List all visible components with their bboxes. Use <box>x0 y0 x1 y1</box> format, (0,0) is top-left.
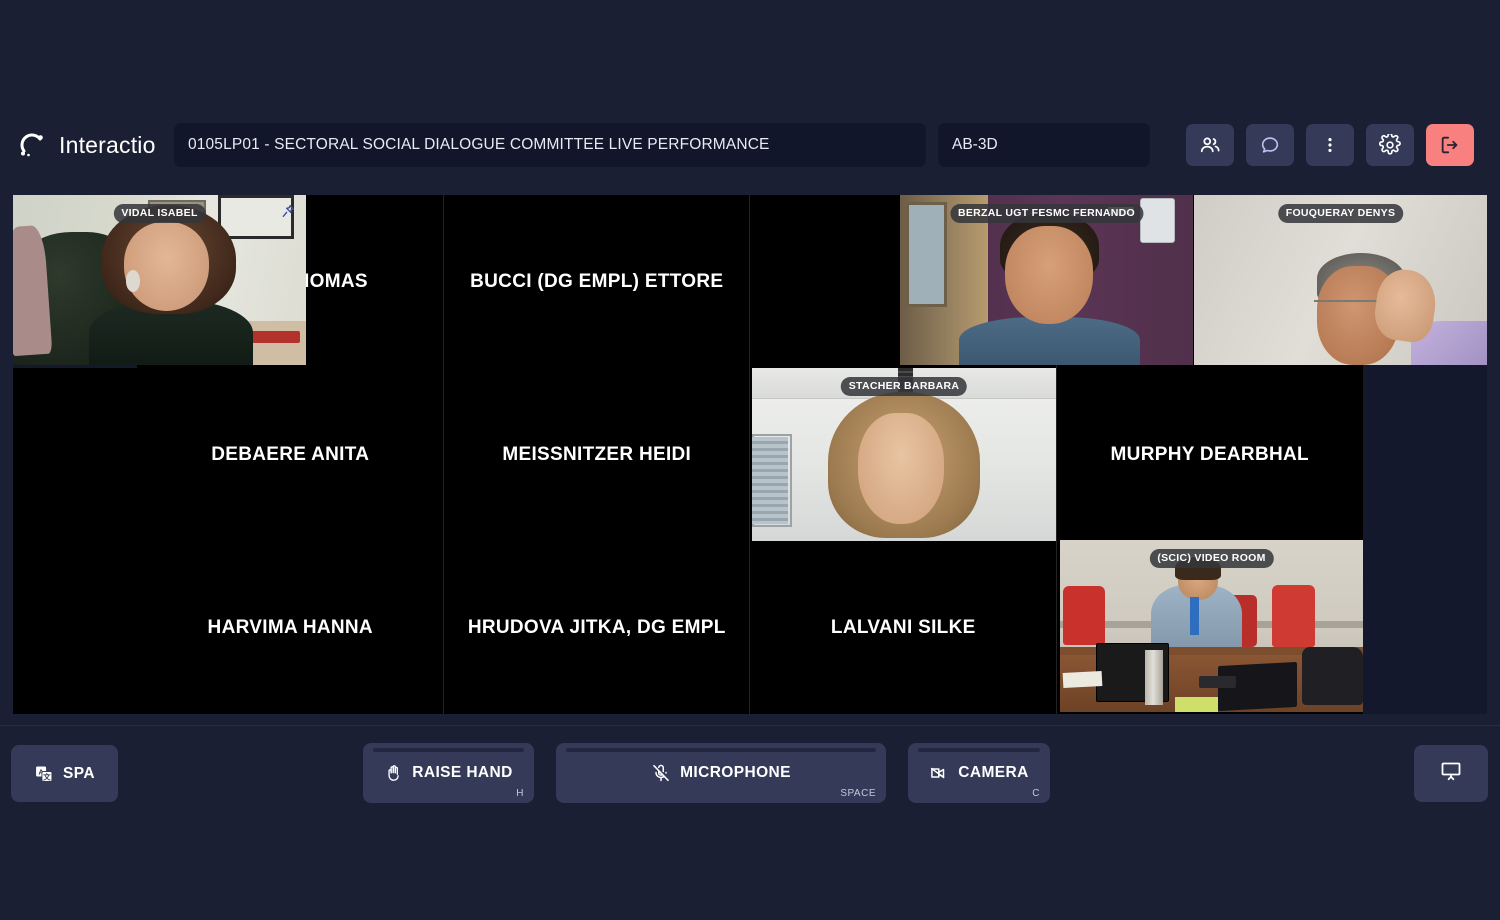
button-top-indicator <box>373 748 524 752</box>
mic-level-indicator <box>566 748 876 752</box>
speech-bubble-icon <box>1259 134 1281 156</box>
participants-button[interactable] <box>1186 124 1234 166</box>
exit-door-icon <box>1439 134 1461 156</box>
raise-hand-button[interactable]: RAISE HAND H <box>363 743 534 803</box>
participant-name: LALVANI SILKE <box>830 616 976 638</box>
toolbar-divider <box>0 725 1500 726</box>
button-top-indicator <box>918 748 1040 752</box>
microphone-label: MICROPHONE <box>680 764 791 781</box>
participant-name: HRUDOVA JITKA, DG EMPL <box>467 616 726 638</box>
participant-name: MEISSNITZER HEIDI <box>502 443 692 465</box>
language-selector-button[interactable]: A 文 SPA <box>11 745 118 802</box>
participant-name-chip: FOUQUERAY DENYS <box>1277 204 1404 223</box>
room-code-field[interactable]: AB-3D <box>938 123 1150 167</box>
raise-hand-shortcut: H <box>516 788 524 799</box>
participant-name: BUCCI (DG EMPL) ETTORE <box>470 270 724 292</box>
camera-button[interactable]: CAMERA C <box>908 743 1050 803</box>
participant-tile[interactable]: MURPHY DEARBHAL <box>1056 368 1363 541</box>
participant-tile[interactable]: HARVIMA HANNA <box>137 541 444 714</box>
camera-off-icon <box>929 763 949 783</box>
participant-name-chip: VIDAL ISABEL <box>113 204 206 223</box>
microphone-shortcut: SPACE <box>840 788 876 799</box>
participant-name-chip: BERZAL UGT FESMC FERNANDO <box>949 204 1144 223</box>
camera-label: CAMERA <box>958 764 1029 781</box>
grid-cell-pad-right <box>1363 541 1487 714</box>
participant-tile[interactable] <box>13 541 137 714</box>
meeting-title-text: 0105LP01 - SECTORAL SOCIAL DIALOGUE COMM… <box>188 136 770 153</box>
more-options-button[interactable] <box>1306 124 1354 166</box>
raise-hand-label: RAISE HAND <box>412 764 513 781</box>
participant-tile[interactable]: LALVANI SILKE <box>750 541 1057 714</box>
chat-button[interactable] <box>1246 124 1294 166</box>
meeting-title-field[interactable]: 0105LP01 - SECTORAL SOCIAL DIALOGUE COMM… <box>174 123 926 167</box>
participant-name-chip: (SCIC) VIDEO ROOM <box>1149 549 1274 568</box>
video-tile-vidal-isabel[interactable]: VIDAL ISABEL <box>13 195 306 365</box>
present-screen-button[interactable] <box>1414 745 1488 802</box>
participant-tile[interactable]: MEISSNITZER HEIDI <box>443 368 750 541</box>
participant-tile[interactable]: HRUDOVA JITKA, DG EMPL <box>443 541 750 714</box>
participant-tile[interactable] <box>13 368 137 541</box>
microphone-muted-icon <box>651 763 671 783</box>
presentation-screen-icon <box>1439 759 1463 788</box>
camera-shortcut: C <box>1032 788 1040 799</box>
microphone-button[interactable]: MICROPHONE SPACE <box>556 743 886 803</box>
people-icon <box>1199 134 1221 156</box>
video-tile-berzal-ugt-fesmc-fernando[interactable]: BERZAL UGT FESMC FERNANDO <box>900 195 1193 365</box>
pin-icon[interactable] <box>280 203 296 224</box>
leave-meeting-button[interactable] <box>1426 124 1474 166</box>
room-code-text: AB-3D <box>952 136 998 153</box>
svg-text:文: 文 <box>43 771 51 781</box>
participant-name: DEBAERE ANITA <box>211 443 370 465</box>
video-tile-fouqueray-denys[interactable]: FOUQUERAY DENYS <box>1194 195 1487 365</box>
participant-tile[interactable]: BUCCI (DG EMPL) ETTORE <box>443 195 750 368</box>
language-label: SPA <box>63 764 95 782</box>
participant-name-chip: STACHER BARBARA <box>840 377 968 396</box>
grid-cell-pad-right <box>1363 368 1487 541</box>
brand-name: Interactio <box>59 131 156 158</box>
participant-name: MURPHY DEARBHAL <box>1110 443 1309 465</box>
gear-icon <box>1379 134 1401 156</box>
participant-name: HARVIMA HANNA <box>207 616 373 638</box>
three-dots-vertical-icon <box>1320 135 1340 155</box>
video-tile-stacher-barbara[interactable]: STACHER BARBARA <box>752 368 1056 541</box>
bottom-toolbar: A 文 SPA RAISE HAND H MICROPHONE SPACE CA… <box>0 725 1500 825</box>
participant-tile[interactable]: DEBAERE ANITA <box>137 368 444 541</box>
video-grid-stage: DAYAN THOMAS BUCCI (DG EMPL) ETTORE DEBA… <box>13 195 1487 714</box>
translate-icon: A 文 <box>34 764 54 784</box>
brand: Interactio <box>14 130 162 160</box>
video-tile-scic-video-room[interactable]: (SCIC) VIDEO ROOM <box>1060 540 1363 712</box>
hand-icon <box>384 764 403 783</box>
interactio-logo-icon <box>18 130 48 160</box>
settings-button[interactable] <box>1366 124 1414 166</box>
app-header: Interactio 0105LP01 - SECTORAL SOCIAL DI… <box>0 112 1500 178</box>
